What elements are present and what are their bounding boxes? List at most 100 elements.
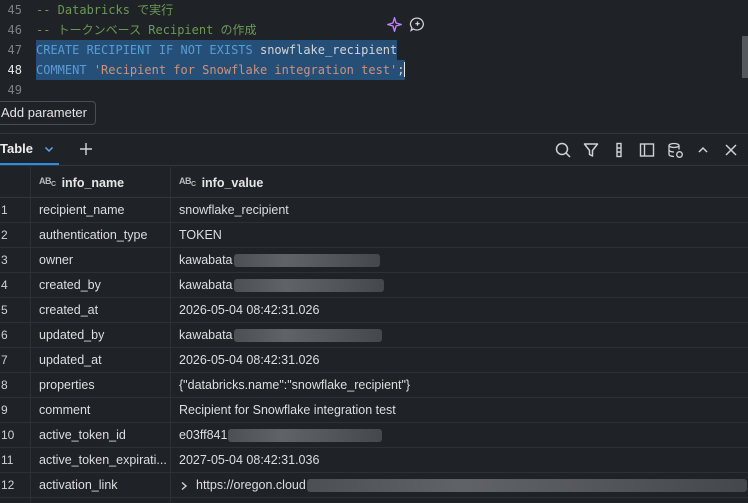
cell-info-name[interactable]: created_at: [39, 298, 167, 323]
cell-info-value[interactable]: 2027-05-04 08:42:31.036: [179, 448, 319, 473]
cell-info-value[interactable]: https://oregon.cloud: [179, 473, 747, 498]
redacted-mask: [228, 429, 383, 442]
redacted-mask: [233, 254, 380, 267]
sql-string: 'Recipient for Snowflake integration tes…: [93, 63, 398, 77]
tab-table[interactable]: Table: [0, 134, 59, 165]
line-number: 48: [7, 63, 22, 77]
row-number: 5: [1, 303, 8, 317]
cell-info-value[interactable]: {"databricks.name":"snowflake_recipient"…: [179, 373, 410, 398]
cell-info-value[interactable]: 2026-05-04 08:42:31.026: [179, 348, 319, 373]
cell-value-text: 2026-05-04 08:42:31.026: [179, 353, 320, 367]
cell-info-name[interactable]: created_by: [39, 273, 167, 298]
table-row[interactable]: 8 properties {"databricks.name":"snowflake…: [0, 373, 748, 398]
column-settings-icon[interactable]: [610, 141, 628, 159]
line-number: 45: [7, 3, 22, 17]
cell-value-text: 2026-05-04 08:42:31.026: [179, 303, 320, 317]
chevron-right-icon[interactable]: [179, 481, 189, 491]
table-row[interactable]: 12 activation_link https://oregon.cloud: [0, 473, 748, 498]
cell-info-value[interactable]: kawabata: [179, 323, 382, 348]
table-row[interactable]: 1 recipient_name snowflake_recipient: [0, 198, 748, 223]
code-line[interactable]: 49: [0, 80, 748, 96]
row-number: 3: [1, 253, 8, 267]
redacted-mask: [306, 479, 747, 492]
code-line[interactable]: 47 CREATE RECIPIENT IF NOT EXISTS snowfl…: [0, 40, 748, 60]
row-number: 8: [1, 378, 8, 392]
line-number: 47: [7, 43, 22, 57]
cell-info-value[interactable]: TOKEN: [179, 223, 222, 248]
filter-icon[interactable]: [582, 141, 600, 159]
table-header: ABC info_name ABC info_value: [0, 167, 748, 198]
table-row[interactable]: 5 created_at 2026-05-04 08:42:31.026: [0, 298, 748, 323]
cell-info-value[interactable]: Recipient for Snowflake integration test: [179, 398, 396, 423]
cell-info-name[interactable]: updated_by: [39, 323, 167, 348]
sql-keyword: COMMENT: [36, 63, 87, 77]
database-refresh-icon[interactable]: [666, 141, 684, 159]
line-number: 49: [7, 83, 22, 96]
redacted-mask: [233, 329, 382, 342]
string-type-icon: ABC: [179, 175, 196, 188]
redacted-mask: [233, 279, 384, 292]
sparkle-icon[interactable]: [386, 16, 403, 33]
sql-keyword: CREATE RECIPIENT IF NOT EXISTS: [36, 43, 253, 57]
code-comment: -- Databricks で実行: [36, 3, 174, 17]
row-number: 7: [1, 353, 8, 367]
chat-bubble-icon[interactable]: [409, 16, 426, 33]
table-row[interactable]: 3 owner kawabata: [0, 248, 748, 273]
table-row[interactable]: 10 active_token_id e03ff841: [0, 423, 748, 448]
table-row[interactable]: 7 updated_at 2026-05-04 08:42:31.026: [0, 348, 748, 373]
editor-scrollbar[interactable]: [742, 36, 748, 78]
column-header-info-name[interactable]: ABC info_name: [39, 167, 124, 198]
code-line[interactable]: 45 -- Databricks で実行: [0, 0, 748, 20]
cell-value-text: Recipient for Snowflake integration test: [179, 403, 396, 417]
cell-info-name[interactable]: comment: [39, 398, 167, 423]
cell-info-name[interactable]: active_token_expirati...: [39, 448, 167, 473]
cell-info-name[interactable]: owner: [39, 248, 167, 273]
table-row[interactable]: 2 authentication_type TOKEN: [0, 223, 748, 248]
results-toolbar: Table: [0, 133, 748, 166]
row-number: 2: [1, 228, 8, 242]
chevron-down-icon[interactable]: [43, 143, 55, 155]
cell-value-text: 2027-05-04 08:42:31.036: [179, 453, 320, 467]
table-row[interactable]: 9 comment Recipient for Snowflake integrat…: [0, 398, 748, 423]
table-row[interactable]: 4 created_by kawabata: [0, 273, 748, 298]
plus-icon[interactable]: [78, 141, 94, 157]
cell-info-name[interactable]: active_token_id: [39, 423, 167, 448]
code-line[interactable]: 46 -- トークンベース Recipient の作成: [0, 20, 748, 40]
cell-value-text: kawabata: [179, 328, 233, 342]
sql-editor[interactable]: 45 -- Databricks で実行 46 -- トークンベース Recip…: [0, 0, 748, 96]
cell-info-value[interactable]: kawabata: [179, 273, 384, 298]
cell-info-name[interactable]: properties: [39, 373, 167, 398]
chevron-up-icon[interactable]: [694, 141, 712, 159]
row-number: 10: [1, 428, 15, 442]
cell-value-text: TOKEN: [179, 228, 222, 242]
cell-value-text: https://oregon.cloud: [196, 478, 306, 492]
results-tools: [554, 141, 740, 159]
close-icon[interactable]: [722, 141, 740, 159]
column-header-info-value[interactable]: ABC info_value: [179, 167, 263, 198]
search-icon[interactable]: [554, 141, 572, 159]
row-number: 11: [1, 453, 14, 467]
text-cursor: [404, 62, 406, 77]
cell-info-value[interactable]: e03ff841: [179, 423, 383, 448]
sql-terminator: ;: [397, 63, 405, 77]
code-selection: CREATE RECIPIENT IF NOT EXISTS snowflake…: [36, 40, 398, 60]
row-number: 1: [1, 203, 8, 217]
cell-info-name[interactable]: authentication_type: [39, 223, 167, 248]
cell-info-value[interactable]: 2026-05-04 08:42:31.026: [179, 298, 319, 323]
sql-identifier: snowflake_recipient: [259, 43, 398, 57]
ai-assist-bar: [386, 16, 426, 33]
cell-info-name[interactable]: activation_link: [39, 473, 167, 498]
table-row[interactable]: 11 active_token_expirati... 2027-05-04 08:…: [0, 448, 748, 473]
side-panel-icon[interactable]: [638, 141, 656, 159]
code-line[interactable]: 48 COMMENT 'Recipient for Snowflake inte…: [0, 60, 748, 80]
line-number: 46: [7, 23, 22, 37]
cell-info-name[interactable]: updated_at: [39, 348, 167, 373]
table-row[interactable]: 6 updated_by kawabata: [0, 323, 748, 348]
add-parameter-button[interactable]: Add parameter: [0, 101, 96, 125]
tab-table-label: Table: [0, 141, 33, 156]
cell-info-value[interactable]: kawabata: [179, 248, 380, 273]
cell-info-name[interactable]: recipient_name: [39, 198, 167, 223]
cell-info-value[interactable]: snowflake_recipient: [179, 198, 289, 223]
column-header-label: info_name: [61, 175, 125, 190]
code-comment: -- トークンベース Recipient の作成: [36, 23, 257, 37]
